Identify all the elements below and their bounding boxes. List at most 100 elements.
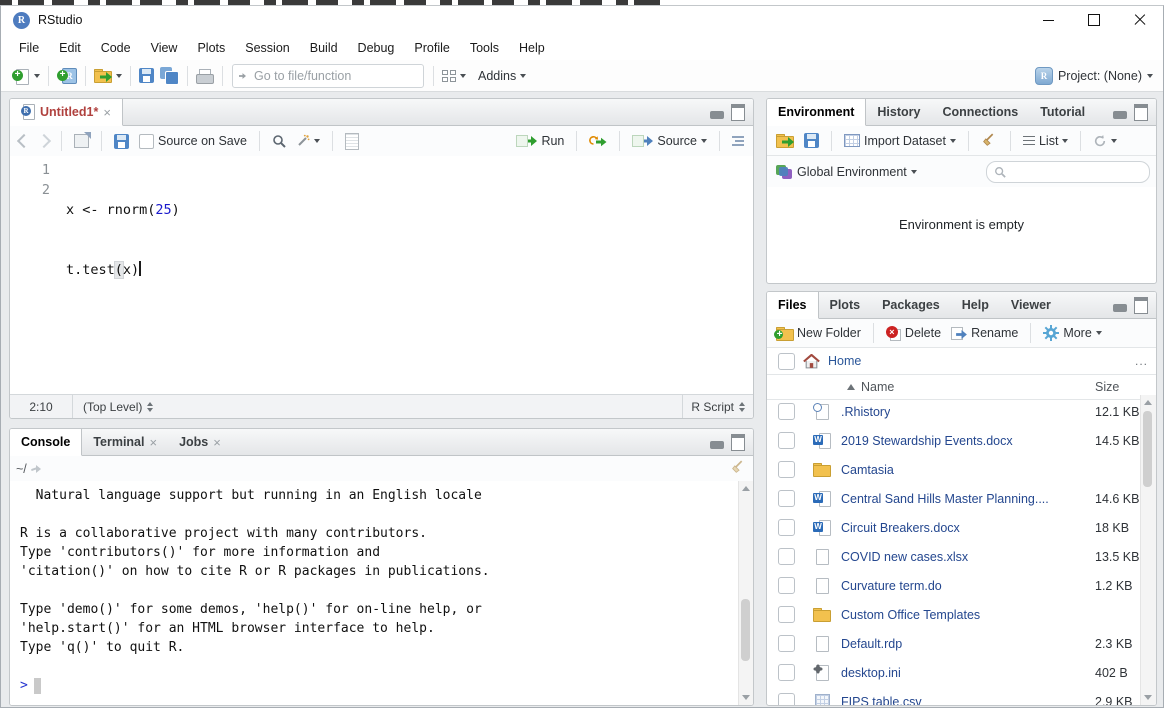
tab-history[interactable]: History [866, 99, 931, 125]
file-row[interactable]: desktop.ini 402 B [767, 658, 1140, 687]
file-checkbox[interactable] [778, 461, 795, 478]
file-row[interactable]: Camtasia [767, 455, 1140, 484]
file-checkbox[interactable] [778, 519, 795, 536]
new-project-button[interactable] [54, 65, 80, 87]
files-scrollbar[interactable] [1140, 395, 1156, 705]
load-workspace-button[interactable] [773, 132, 797, 150]
tab-environment[interactable]: Environment [767, 99, 866, 126]
new-folder-button[interactable]: New Folder [773, 323, 864, 343]
file-checkbox[interactable] [778, 577, 795, 594]
minimize-pane-icon[interactable] [1113, 111, 1127, 119]
console-prompt[interactable]: > [20, 676, 739, 695]
close-tab-icon[interactable] [103, 105, 111, 120]
more-button[interactable]: More [1040, 323, 1104, 343]
popout-button[interactable] [71, 132, 92, 150]
save-button[interactable] [136, 66, 157, 85]
file-checkbox[interactable] [778, 548, 795, 565]
menu-view[interactable]: View [141, 38, 188, 58]
save-workspace-button[interactable] [801, 131, 822, 150]
save-all-button[interactable] [157, 65, 182, 86]
addins-button[interactable]: Addins [475, 67, 529, 85]
close-tab-icon[interactable] [149, 435, 157, 450]
maximize-button[interactable] [1071, 6, 1117, 34]
file-row[interactable]: .Rhistory 12.1 KB [767, 397, 1140, 426]
console-output[interactable]: Natural language support but running in … [10, 481, 739, 705]
source-button[interactable]: Source [629, 132, 710, 150]
scroll-up-icon[interactable] [1144, 400, 1152, 405]
tab-packages[interactable]: Packages [871, 292, 951, 318]
tab-jobs[interactable]: Jobs [168, 429, 232, 455]
goto-file-function-input[interactable] [252, 68, 417, 84]
doc-type-selector[interactable]: R Script [682, 395, 753, 418]
code-tools-button[interactable] [293, 132, 323, 150]
refresh-button[interactable] [1090, 132, 1120, 150]
file-checkbox[interactable] [778, 490, 795, 507]
print-button[interactable] [193, 66, 217, 86]
list-view-button[interactable]: List [1020, 131, 1071, 149]
scrollbar-thumb[interactable] [1143, 411, 1152, 487]
tab-viewer[interactable]: Viewer [1000, 292, 1062, 318]
tab-help[interactable]: Help [951, 292, 1000, 318]
close-button[interactable] [1117, 6, 1163, 34]
tab-tutorial[interactable]: Tutorial [1029, 99, 1096, 125]
file-checkbox[interactable] [778, 606, 795, 623]
file-row[interactable]: Curvature term.do 1.2 KB [767, 571, 1140, 600]
file-checkbox[interactable] [778, 403, 795, 420]
forward-button[interactable] [36, 134, 52, 148]
tab-terminal[interactable]: Terminal [82, 429, 168, 455]
menu-plots[interactable]: Plots [187, 38, 235, 58]
file-checkbox[interactable] [778, 432, 795, 449]
pane-layout-button[interactable] [439, 68, 469, 84]
minimize-button[interactable] [1025, 6, 1071, 34]
maximize-pane-icon[interactable] [1134, 104, 1148, 121]
scroll-down-icon[interactable] [1144, 695, 1152, 700]
menu-code[interactable]: Code [91, 38, 141, 58]
document-outline-button[interactable] [729, 132, 747, 150]
breadcrumb-ellipsis[interactable]: ... [1135, 354, 1148, 368]
file-row[interactable]: FIPS table.csv 2.9 KB [767, 687, 1140, 705]
file-row[interactable]: Default.rdp 2.3 KB [767, 629, 1140, 658]
maximize-pane-icon[interactable] [731, 434, 745, 451]
source-on-save-checkbox[interactable]: Source on Save [136, 132, 250, 151]
menu-session[interactable]: Session [235, 38, 299, 58]
clear-console-broom-icon[interactable] [730, 459, 747, 476]
environment-search-input[interactable] [1011, 164, 1142, 180]
tab-files[interactable]: Files [767, 292, 819, 319]
find-replace-button[interactable] [269, 132, 289, 150]
select-all-checkbox[interactable] [778, 353, 795, 370]
file-row[interactable]: 2019 Stewardship Events.docx 14.5 KB [767, 426, 1140, 455]
file-row[interactable]: COVID new cases.xlsx 13.5 KB [767, 542, 1140, 571]
save-source-button[interactable] [111, 132, 132, 151]
project-menu-button[interactable]: Project: (None) [1035, 67, 1163, 85]
back-button[interactable] [16, 134, 32, 148]
file-row[interactable]: Circuit Breakers.docx 18 KB [767, 513, 1140, 542]
tab-console[interactable]: Console [10, 429, 82, 456]
scope-selector[interactable]: (Top Level) [73, 400, 163, 414]
file-checkbox[interactable] [778, 664, 795, 681]
tab-connections[interactable]: Connections [931, 99, 1029, 125]
file-checkbox[interactable] [778, 635, 795, 652]
scroll-down-icon[interactable] [742, 695, 750, 700]
tab-plots[interactable]: Plots [819, 292, 872, 318]
clear-environment-button[interactable] [978, 130, 1001, 151]
menu-build[interactable]: Build [300, 38, 348, 58]
compile-report-button[interactable] [342, 131, 362, 152]
environment-scope-selector[interactable]: Global Environment [773, 162, 920, 182]
maximize-pane-icon[interactable] [1134, 297, 1148, 314]
maximize-pane-icon[interactable] [731, 104, 745, 121]
import-dataset-button[interactable]: Import Dataset [841, 132, 959, 150]
console-scrollbar[interactable] [738, 481, 753, 705]
minimize-pane-icon[interactable] [1113, 304, 1127, 312]
environment-search-box[interactable] [986, 161, 1150, 183]
file-row[interactable]: Custom Office Templates [767, 600, 1140, 629]
tab-untitled1[interactable]: Untitled1* [10, 99, 123, 126]
rename-button[interactable]: Rename [948, 324, 1021, 342]
code-editor[interactable]: 1 2 x <- rnorm(25) t.test(x) [10, 156, 753, 395]
close-tab-icon[interactable] [213, 435, 221, 450]
menu-file[interactable]: File [9, 38, 49, 58]
goto-directory-icon[interactable] [31, 465, 41, 473]
new-file-button[interactable] [9, 65, 43, 87]
minimize-pane-icon[interactable] [710, 111, 724, 119]
file-row[interactable]: Central Sand Hills Master Planning.... 1… [767, 484, 1140, 513]
open-file-button[interactable] [91, 67, 125, 85]
